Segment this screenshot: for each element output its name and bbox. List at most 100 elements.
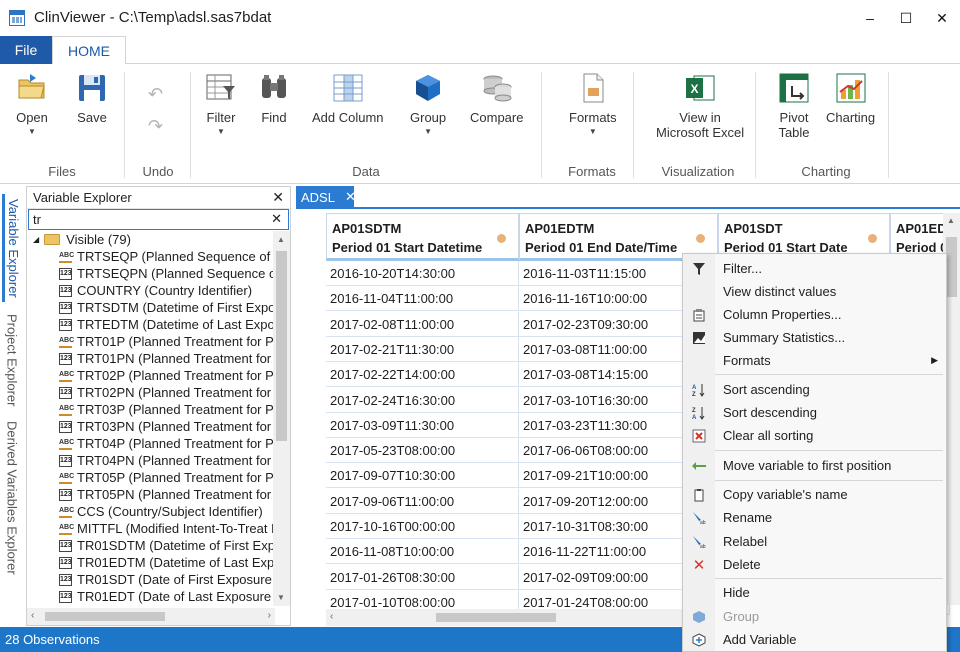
formats-label: Formats: [569, 110, 617, 125]
scroll-thumb[interactable]: [946, 237, 957, 297]
pivot-table-button[interactable]: Pivot Table: [778, 72, 810, 140]
menu-item-hide[interactable]: Hide: [683, 581, 946, 604]
variable-list-item[interactable]: ABCMITTFL (Modified Intent-To-Treat Popu…: [27, 520, 275, 537]
redo-icon[interactable]: ↷: [148, 116, 163, 137]
document-tab-adsl[interactable]: ADSL ✕: [296, 186, 356, 208]
menu-item-delete[interactable]: ✕ Delete: [683, 553, 946, 576]
column-menu-icon[interactable]: [868, 234, 877, 243]
table-cell[interactable]: 2017-02-08T11:00:00: [326, 311, 519, 337]
variable-list-item[interactable]: 123 TRT05PN (Planned Treatment for Period…: [27, 486, 275, 503]
variable-list-item[interactable]: 123 TRTSDTM (Datetime of First Exposure t…: [27, 299, 275, 316]
variable-list-item[interactable]: 123 TRTSEQPN (Planned Sequence of Treatme…: [27, 265, 275, 282]
open-button[interactable]: Open ▼: [16, 72, 48, 136]
variable-list-item[interactable]: ABCTRTSEQP (Planned Sequence of Treatmen…: [27, 248, 275, 265]
menu-item-filter[interactable]: Filter...: [683, 257, 946, 280]
table-cell[interactable]: 2017-09-06T11:00:00: [326, 488, 519, 514]
scroll-up-icon[interactable]: ▲: [947, 216, 955, 225]
close-icon[interactable]: ✕: [272, 189, 284, 206]
variable-list-item[interactable]: 123 TRTEDTM (Datetime of Last Exposure to…: [27, 316, 275, 333]
variable-list-item[interactable]: 123 TR01SDT (Date of First Exposure in Pe…: [27, 571, 275, 588]
side-tab-variable-explorer[interactable]: Variable Explorer: [2, 194, 22, 302]
table-cell[interactable]: 2016-11-08T10:00:00: [326, 539, 519, 565]
side-tab-project-explorer[interactable]: Project Explorer: [2, 310, 22, 410]
menu-item-view-distinct-values[interactable]: View distinct values: [683, 280, 946, 303]
variable-list-item[interactable]: 123 TR01SDTM (Datetime of First Exposure …: [27, 537, 275, 554]
variable-label: TRT02PN (Planned Treatment for Period 02…: [77, 385, 275, 400]
compare-button[interactable]: Compare: [470, 72, 523, 125]
tab-file[interactable]: File: [0, 36, 52, 64]
variable-tree-vscroll[interactable]: ▲ ▼: [273, 231, 290, 606]
column-menu-icon[interactable]: [696, 234, 705, 243]
variable-list-item[interactable]: ABC CCS (Country/Subject Identifier): [27, 503, 275, 520]
side-tab-derived-variables-explorer[interactable]: Derived Variables Explorer: [2, 418, 22, 578]
clear-search-icon[interactable]: ✕: [271, 211, 282, 227]
open-label: Open: [16, 110, 48, 125]
scroll-thumb[interactable]: [436, 613, 556, 622]
table-cell[interactable]: 2017-03-09T11:30:00: [326, 412, 519, 438]
menu-item-sort-ascending[interactable]: AZ Sort ascending: [683, 378, 946, 401]
variable-list-item[interactable]: 123 COUNTRY (Country Identifier): [27, 282, 275, 299]
variable-label: TRTSEQP (Planned Sequence of Treatment): [77, 249, 275, 264]
menu-item-column-properties[interactable]: Column Properties...: [683, 303, 946, 326]
table-cell[interactable]: 2017-02-24T16:30:00: [326, 387, 519, 413]
undo-icon[interactable]: ↶: [148, 84, 163, 105]
formats-button[interactable]: Formats ▼: [569, 72, 617, 136]
menu-item-rename[interactable]: ab Rename: [683, 506, 946, 529]
variable-list-item[interactable]: 123 TRT01PN (Planned Treatment for Period…: [27, 350, 275, 367]
table-cell[interactable]: 2017-05-23T08:00:00: [326, 438, 519, 464]
table-cell[interactable]: 2017-10-16T00:00:00: [326, 514, 519, 539]
menu-item-copy-variable-name[interactable]: Copy variable's name: [683, 483, 946, 506]
variable-list-item[interactable]: ABCTRT02P (Planned Treatment for Period …: [27, 367, 275, 384]
add-column-button[interactable]: Add Column: [312, 72, 384, 125]
close-tab-icon[interactable]: ✕: [345, 189, 356, 205]
menu-item-formats[interactable]: Formats ▶: [683, 349, 946, 372]
scroll-down-icon[interactable]: ▼: [277, 593, 285, 602]
scroll-left-icon[interactable]: ‹: [330, 611, 333, 622]
table-cell[interactable]: 2016-11-04T11:00:00: [326, 286, 519, 312]
variable-list-item[interactable]: 123 TRT03PN (Planned Treatment for Period…: [27, 418, 275, 435]
column-header[interactable]: AP01SDTM Period 01 Start Datetime: [326, 213, 519, 261]
expand-triangle-icon[interactable]: ◢: [33, 235, 39, 244]
table-cell[interactable]: 2017-01-26T08:30:00: [326, 564, 519, 590]
copy-icon: [691, 487, 707, 503]
tab-home[interactable]: HOME: [52, 36, 126, 65]
menu-item-clear-all-sorting[interactable]: Clear all sorting: [683, 424, 946, 447]
variable-search-input[interactable]: tr ✕: [28, 209, 289, 230]
column-menu-icon[interactable]: [497, 234, 506, 243]
variable-list-item[interactable]: 123 TR01EDT (Date of Last Exposure in Per…: [27, 588, 275, 605]
save-button[interactable]: Save: [76, 72, 108, 125]
scroll-right-icon[interactable]: ›: [268, 610, 271, 621]
properties-icon: [691, 307, 707, 323]
view-in-excel-button[interactable]: X View in Microsoft Excel: [656, 72, 744, 140]
minimize-button[interactable]: –: [852, 0, 888, 36]
menu-item-sort-descending[interactable]: ZA Sort descending: [683, 401, 946, 424]
table-cell[interactable]: 2017-02-21T11:30:00: [326, 336, 519, 362]
menu-item-relabel[interactable]: ab Relabel: [683, 530, 946, 553]
variable-list-item[interactable]: ABCTRT04P (Planned Treatment for Period …: [27, 435, 275, 452]
scroll-thumb[interactable]: [276, 251, 287, 441]
variable-list-item[interactable]: 123 TRT02PN (Planned Treatment for Period…: [27, 384, 275, 401]
menu-item-summary-statistics[interactable]: Summary Statistics...: [683, 326, 946, 349]
group-button[interactable]: Group ▼: [410, 72, 446, 136]
scroll-up-icon[interactable]: ▲: [277, 235, 285, 244]
maximize-button[interactable]: ☐: [888, 0, 924, 36]
variable-list-item[interactable]: ABCTRT01P (Planned Treatment for Period …: [27, 333, 275, 350]
menu-item-move-to-first[interactable]: Move variable to first position: [683, 454, 946, 477]
variable-tree-hscroll[interactable]: ‹ ›: [27, 608, 275, 625]
variable-list-item[interactable]: 123 TRT04PN (Planned Treatment for Period…: [27, 452, 275, 469]
charting-button[interactable]: Charting: [826, 72, 875, 125]
grid-hscroll[interactable]: ‹: [326, 609, 726, 626]
table-cell[interactable]: 2017-09-07T10:30:00: [326, 463, 519, 489]
close-button[interactable]: ✕: [924, 0, 960, 36]
variable-list-item[interactable]: ABCTRT03P (Planned Treatment for Period …: [27, 401, 275, 418]
tree-root-visible[interactable]: ◢ Visible (79): [27, 231, 275, 248]
scroll-thumb[interactable]: [45, 612, 165, 621]
scroll-left-icon[interactable]: ‹: [31, 610, 34, 621]
table-cell[interactable]: 2017-02-22T14:00:00: [326, 362, 519, 388]
find-button[interactable]: Find: [258, 72, 290, 125]
variable-list-item[interactable]: ABCTRT05P (Planned Treatment for Period …: [27, 469, 275, 486]
filter-button[interactable]: Filter ▼: [205, 72, 237, 136]
menu-item-add-variable[interactable]: Add Variable: [683, 628, 946, 651]
variable-list-item[interactable]: 123 TR01EDTM (Datetime of Last Exposure i…: [27, 554, 275, 571]
table-cell[interactable]: 2016-10-20T14:30:00: [326, 261, 519, 286]
